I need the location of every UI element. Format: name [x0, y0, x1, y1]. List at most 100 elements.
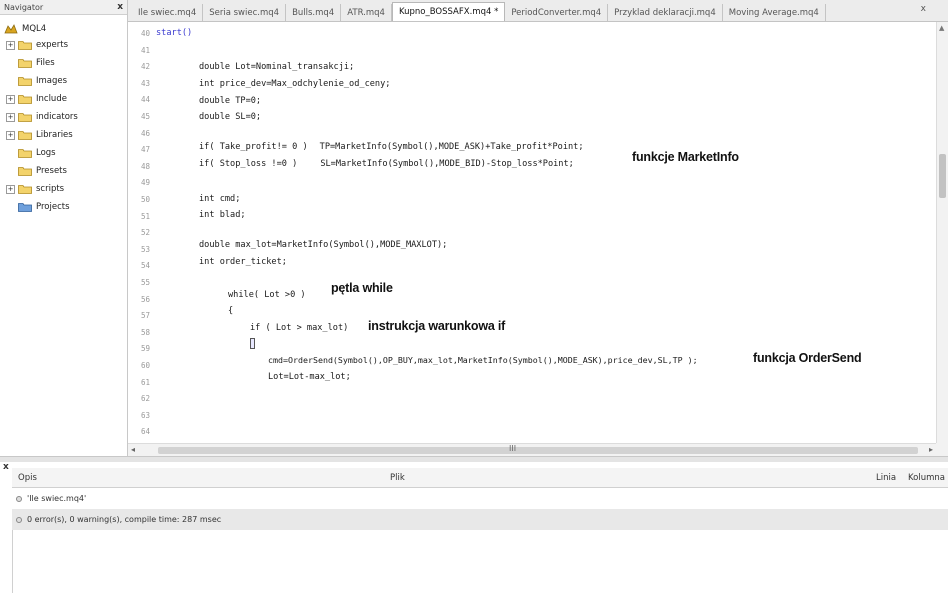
horizontal-scrollbar[interactable]: ◂ III ▸	[128, 443, 936, 456]
line-number: 58	[140, 327, 150, 337]
output-column-header: Opis Plik Linia Kolumna	[12, 468, 948, 488]
line-number: 56	[140, 294, 150, 304]
line-number: 48	[140, 161, 150, 171]
tree-item-label: Files	[36, 58, 55, 68]
tree-item-label: Logs	[36, 148, 56, 158]
folder-icon	[18, 166, 32, 176]
tree-item-images[interactable]: Images	[0, 72, 127, 90]
scroll-left-icon[interactable]: ◂	[131, 445, 135, 454]
line-number: 45	[140, 112, 150, 121]
tree-item-projects[interactable]: Projects	[0, 198, 127, 216]
navigator-panel: Navigator x MQL4 + experts Files Images …	[0, 0, 128, 457]
tab-bulls[interactable]: Bulls.mq4	[286, 4, 342, 21]
tab-seria-swiec[interactable]: Seria swiec.mq4	[203, 4, 287, 21]
line-number: 63	[140, 410, 150, 420]
tab-atr[interactable]: ATR.mq4	[341, 4, 392, 21]
tab-przyklad-deklaracji[interactable]: Przyklad deklaracji.mq4	[608, 4, 723, 21]
close-tab-button[interactable]: x	[921, 4, 926, 14]
folder-icon	[18, 58, 32, 68]
column-plik[interactable]: Plik	[390, 473, 405, 483]
line-number: 49	[140, 178, 150, 188]
expand-icon[interactable]: +	[6, 94, 15, 104]
annotation-marketinfo: funkcje MarketInfo	[632, 150, 739, 164]
tree-item-label: indicators	[36, 112, 78, 122]
column-linia[interactable]: Linia	[876, 473, 896, 483]
tree-root-mql4[interactable]: MQL4	[0, 21, 127, 36]
code-editor[interactable]: 40 41 42 43 44 45 46 47 48 49 50 51 52 53 54 55 56 57 58 59…	[128, 22, 936, 443]
code-line-57: {	[228, 306, 234, 316]
folder-icon	[18, 40, 32, 50]
navigator-title: Navigator	[4, 2, 44, 12]
info-icon	[16, 495, 22, 502]
line-number: 64	[140, 427, 150, 437]
line-number: 53	[140, 244, 150, 254]
folder-icon	[18, 94, 32, 104]
horizontal-scroll-thumb[interactable]	[158, 447, 918, 454]
folder-icon	[18, 130, 32, 140]
expand-icon[interactable]: +	[6, 130, 15, 140]
tab-period-converter[interactable]: PeriodConverter.mq4	[505, 4, 609, 21]
tree-item-indicators[interactable]: + indicators	[0, 108, 127, 126]
code-line-45: double SL=0;	[199, 112, 262, 122]
tree-root-label: MQL4	[22, 23, 47, 34]
code-line-48: if( Stop_loss !=0 ) SL=MarketInfo(Symbol(…	[199, 159, 574, 169]
line-number: 52	[140, 228, 150, 238]
code-line-54: int order_ticket;	[199, 257, 287, 267]
tab-moving-average[interactable]: Moving Average.mq4	[722, 4, 826, 21]
navigator-close-button[interactable]: x	[117, 2, 123, 12]
scroll-right-icon[interactable]: ▸	[929, 445, 933, 454]
line-number: 62	[140, 394, 150, 404]
code-line-44: double TP=0;	[199, 96, 262, 106]
code-line-58: if ( Lot > max_lot)	[250, 323, 349, 333]
line-number: 47	[140, 145, 150, 155]
navigator-tree: MQL4 + experts Files Images + Include + …	[0, 15, 127, 216]
info-icon	[16, 516, 22, 523]
tree-item-include[interactable]: + Include	[0, 90, 127, 108]
line-number: 59	[140, 344, 150, 354]
tab-kupno-bossafx[interactable]: Kupno_BOSSAFX.mq4 *	[391, 2, 506, 21]
tree-item-label: Presets	[36, 166, 67, 176]
line-number: 42	[140, 62, 150, 72]
expand-icon[interactable]: +	[6, 112, 15, 122]
output-row[interactable]: 'Ile swiec.mq4'	[12, 488, 948, 509]
tree-item-logs[interactable]: Logs	[0, 144, 127, 162]
tree-item-label: Images	[36, 76, 68, 86]
vertical-scrollbar[interactable]: ▲	[936, 22, 948, 443]
vertical-scroll-thumb[interactable]	[939, 154, 946, 198]
tree-item-files[interactable]: Files	[0, 54, 127, 72]
code-line-43: int price_dev=Max_odchylenie_od_ceny;	[199, 79, 391, 89]
tree-item-label: Projects	[36, 202, 70, 212]
tab-ile-swiec[interactable]: Ile swiec.mq4	[132, 4, 204, 21]
code-line-40: start()	[156, 28, 193, 38]
tree-item-experts[interactable]: + experts	[0, 36, 127, 54]
column-kolumna[interactable]: Kolumna	[908, 473, 945, 483]
editor-tabs: Ile swiec.mq4 Seria swiec.mq4 Bulls.mq4 …	[128, 0, 948, 22]
toolbox-output-panel: x Opis Plik Linia Kolumna 'Ile swiec.mq4…	[0, 462, 948, 593]
expand-icon[interactable]: +	[6, 40, 15, 50]
code-line-50: int cmd;	[199, 194, 241, 204]
line-number: 55	[140, 278, 150, 287]
scroll-up-icon[interactable]: ▲	[939, 24, 944, 32]
line-number-gutter: 40 41 42 43 44 45 46 47 48 49 50 51 52 53 54 55 56 57 58 59…	[128, 22, 152, 443]
code-line-59	[250, 338, 255, 349]
code-line-61: Lot=Lot-max_lot;	[268, 372, 351, 382]
folder-icon	[18, 148, 32, 158]
output-row-text: 'Ile swiec.mq4'	[27, 494, 87, 503]
scrollbar-corner	[936, 443, 948, 456]
line-number: 50	[140, 195, 150, 204]
expand-icon[interactable]: +	[6, 184, 15, 194]
mql4-root-icon	[4, 23, 18, 35]
code-line-42: double Lot=Nominal_transakcji;	[199, 62, 355, 72]
output-row[interactable]: 0 error(s), 0 warning(s), compile time: …	[12, 509, 948, 530]
code-line-51: int blad;	[199, 210, 246, 220]
tree-item-scripts[interactable]: + scripts	[0, 180, 127, 198]
column-opis[interactable]: Opis	[18, 473, 37, 483]
tree-item-presets[interactable]: Presets	[0, 162, 127, 180]
code-line-53: double max_lot=MarketInfo(Symbol(),MODE_…	[199, 240, 448, 250]
output-close-button[interactable]: x	[3, 462, 9, 472]
code-line-47: if( Take_profit!= 0 ) TP=MarketInfo(Symbo…	[199, 142, 584, 152]
line-number: 46	[140, 128, 150, 138]
line-number: 60	[140, 361, 150, 370]
annotation-if: instrukcja warunkowa if	[368, 319, 506, 333]
tree-item-libraries[interactable]: + Libraries	[0, 126, 127, 144]
